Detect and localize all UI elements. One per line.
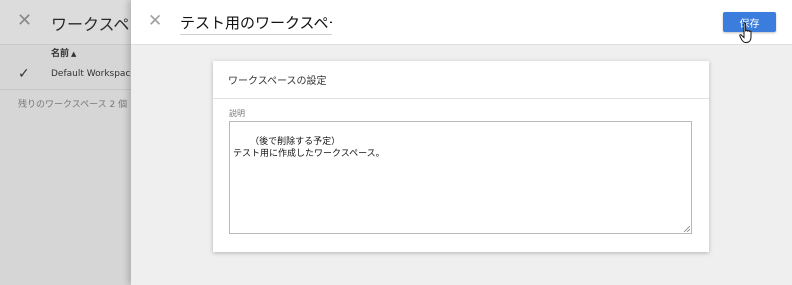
name-column-label: 名前 [51,49,70,59]
drawer-header: ✕ 保存 [131,0,792,45]
workspace-edit-drawer: ✕ 保存 ワークスペースの設定 説明 （後で削除する予定） テスト用に作成したワ… [131,0,792,285]
resize-handle-icon[interactable] [684,226,690,232]
card-title: ワークスペースの設定 [228,76,327,87]
description-label: 説明 [229,109,245,118]
workspace-settings-card: ワークスペースの設定 説明 （後で削除する予定） テスト用に作成したワークスペー… [213,61,709,252]
check-icon: ✓ [18,66,30,82]
close-icon[interactable]: ✕ [17,12,35,30]
workspace-row-name: Default Workspace [51,69,136,79]
name-column-header[interactable]: 名前 ▲ [51,46,76,59]
description-text: （後で削除する予定） テスト用に作成したワークスペース。 [233,137,385,159]
workspace-row[interactable]: ✓ Default Workspace [0,60,136,90]
divider [213,98,709,99]
remaining-workspaces-text: 残りのワークスペース 2 個 [18,100,128,110]
description-textarea[interactable]: （後で削除する予定） テスト用に作成したワークスペース。 [229,121,692,234]
hand-pointer-icon [739,22,752,43]
arrow-up-icon: ▲ [71,50,77,58]
close-icon[interactable]: ✕ [148,11,162,31]
workspace-name-input[interactable] [180,10,332,35]
